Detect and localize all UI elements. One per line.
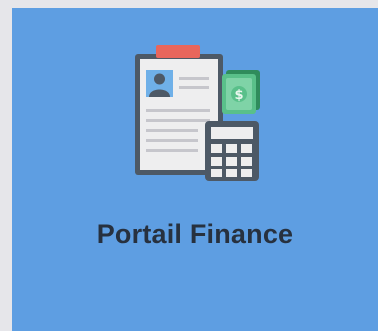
finance-document-calculator-icon: $ (135, 45, 260, 181)
svg-text:$: $ (234, 88, 243, 103)
page-background: $ Portail Finance (0, 0, 378, 331)
tile-label: Portail Finance (96, 219, 294, 249)
portail-finance-tile[interactable]: $ Portail Finance (12, 8, 378, 331)
